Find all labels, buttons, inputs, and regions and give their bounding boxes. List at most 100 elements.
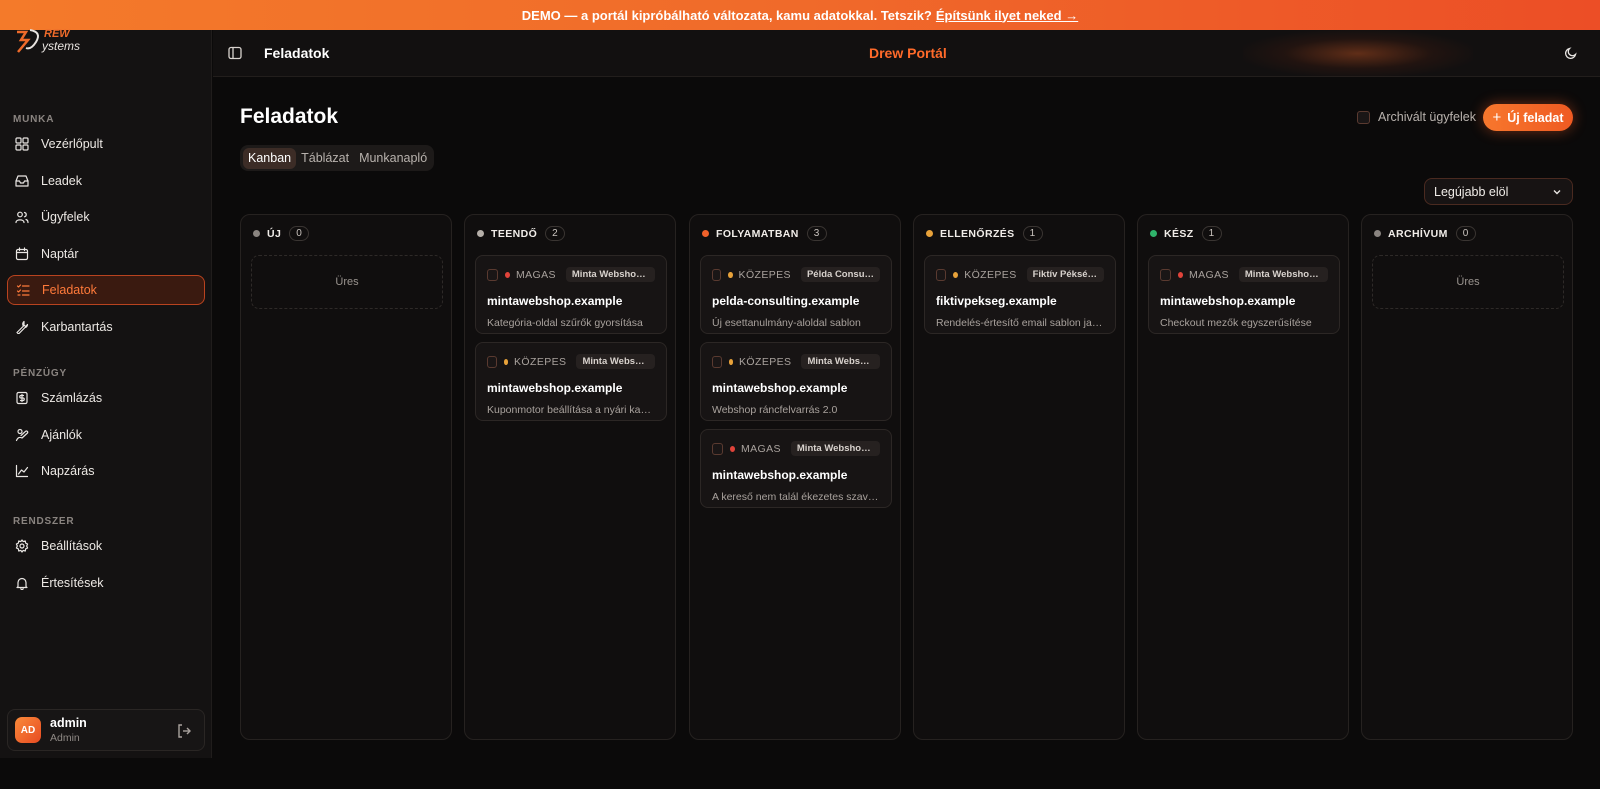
empty-column-placeholder: Üres [251,255,443,309]
new-task-label: Új feladat [1507,110,1564,125]
priority-label: MAGAS [1188,268,1229,281]
sidebar-section-label: RENDSZER [13,516,75,527]
tasks-icon [16,283,30,297]
column-count: 2 [545,226,566,241]
column-count: 0 [289,226,310,241]
client-badge: Minta Webshop Kft. [790,441,881,456]
drew-systems-logo[interactable]: REW ystems [14,26,104,54]
sidebar-item-referrals[interactable]: Ajánlók [7,420,205,450]
column-title: ÚJ [267,227,282,240]
brand-title[interactable]: Drew Portál [869,45,947,61]
sidebar-item-calendar[interactable]: Naptár [7,239,205,269]
sort-select[interactable]: Legújabb elöl [1424,178,1573,205]
archived-clients-toggle[interactable]: Archivált ügyfelek [1357,110,1476,124]
client-badge: Minta Webshop Kft. [1238,267,1329,282]
task-card[interactable]: MAGAS Minta Webshop Kft. mintawebshop.exam… [1148,255,1340,334]
kanban-column: ÚJ 0 Üres [240,214,452,740]
sidebar-toggle-icon[interactable] [228,46,242,60]
column-title: FOLYAMATBAN [716,227,799,240]
task-title: mintawebshop.example [712,381,848,395]
archived-clients-checkbox[interactable] [1357,110,1370,124]
client-badge: Fiktív Pékség Kft. [1026,267,1104,282]
sidebar-item-dashboard[interactable]: Vezérlőpult [7,129,205,159]
sidebar-item-label: Vezérlőpult [41,137,103,151]
column-header: KÉSZ 1 [1150,226,1222,241]
demo-banner: DEMO — a portál kipróbálható változata, … [0,0,1600,30]
task-card[interactable]: KÖZEPES Minta Webshop Kft. mintawebshop.ex… [475,342,667,421]
users-icon [15,210,29,224]
sidebar-item-label: Értesítések [41,575,104,590]
sidebar-item-maintenance[interactable]: Karbantartás [7,312,205,342]
sidebar-item-billing[interactable]: Számlázás [7,383,205,413]
task-select-checkbox[interactable] [487,355,497,368]
column-title: KÉSZ [1164,227,1194,240]
gear-icon [15,539,29,553]
client-badge: Minta Webshop Kft. [576,354,655,369]
sidebar-item-settings[interactable]: Beállítások [7,531,205,561]
sidebar-item-clients[interactable]: Ügyfelek [7,202,205,232]
sidebar-item-tasks[interactable]: Feladatok [7,275,205,305]
dashboard-icon [15,137,29,151]
column-count: 1 [1022,226,1043,241]
avatar: AD [15,717,41,743]
task-select-checkbox[interactable] [712,355,722,368]
task-select-checkbox[interactable] [1160,268,1171,281]
wrench-icon [15,320,29,334]
task-title: fiktivpekseg.example [936,294,1057,308]
kanban-column: KÉSZ 1 MAGAS Minta Webshop Kft. mintawebshop… [1137,214,1349,740]
column-count: 0 [1455,226,1476,241]
tab-worklog[interactable]: Munkanapló [354,148,432,169]
task-card[interactable]: KÖZEPES Minta Webshop Kft. mintawebshop.ex… [700,342,892,421]
priority-label: KÖZEPES [514,355,567,368]
moon-icon[interactable] [1564,46,1578,60]
sidebar-item-leads[interactable]: Leadek [7,166,205,196]
task-description: Kategória-oldal szűrők gyorsítása [487,317,643,329]
tab-kanban[interactable]: Kanban [243,147,297,169]
kanban-column: ELLENŐRZÉS 1 KÖZEPES Fiktív Pékség Kft. fikt… [913,214,1125,740]
task-title: mintawebshop.example [712,468,848,482]
priority-dot [953,271,959,278]
demo-banner-link[interactable]: Építsünk ilyet neked → [936,8,1078,23]
column-status-dot [1374,230,1381,237]
client-badge: Minta Webshop Kft. [565,267,656,282]
column-status-dot [477,230,484,237]
calendar-icon [15,246,29,261]
task-title: mintawebshop.example [487,381,623,395]
priority-dot [1177,271,1183,278]
sidebar-item-notifications[interactable]: Értesítések [7,568,205,598]
task-card[interactable]: KÖZEPES Példa Consulting Bt. pelda-consult… [700,255,892,334]
column-title: TEENDŐ [491,227,538,240]
sidebar: REW ystems MUNKA Vezérlőpult Leadek Ügyfele… [0,28,212,758]
sidebar-section-label: PÉNZÜGY [13,368,67,379]
new-task-button[interactable]: + Új feladat [1483,104,1573,131]
task-description: A kereső nem talál ékezetes szavakra [712,491,880,503]
column-status-dot [702,230,709,237]
task-card[interactable]: MAGAS Minta Webshop Kft. mintawebshop.exam… [700,429,892,508]
sidebar-item-label: Feladatok [42,283,97,297]
user-card[interactable]: AD admin Admin [7,709,205,751]
task-card[interactable]: MAGAS Minta Webshop Kft. mintawebshop.exam… [475,255,667,334]
sidebar-item-label: Karbantartás [41,319,113,334]
chevron-down-icon [1553,190,1561,195]
priority-label: MAGAS [740,442,781,455]
page-title: Feladatok [240,105,339,128]
logout-icon[interactable] [176,723,192,739]
task-select-checkbox[interactable] [712,442,723,455]
tab-table[interactable]: Táblázat [296,148,354,169]
sidebar-item-label: Ajánlók [41,427,82,442]
task-title: pelda-consulting.example [712,294,860,308]
inbox-icon [15,174,29,188]
task-select-checkbox[interactable] [712,268,722,281]
task-card[interactable]: KÖZEPES Fiktív Pékség Kft. fiktivpekseg.ex… [924,255,1116,334]
task-description: Kuponmotor beállítása a nyári kampányhoz [487,404,655,416]
task-select-checkbox[interactable] [936,268,947,281]
column-status-dot [926,230,933,237]
topbar-title: Feladatok [264,45,330,61]
user-name: admin [50,716,87,730]
sidebar-item-day-close[interactable]: Napzárás [7,456,205,486]
column-status-dot [253,230,260,237]
empty-column-placeholder: Üres [1372,255,1564,309]
task-select-checkbox[interactable] [487,268,498,281]
sidebar-item-label: Számlázás [41,391,103,405]
column-header: FOLYAMATBAN 3 [702,226,827,241]
